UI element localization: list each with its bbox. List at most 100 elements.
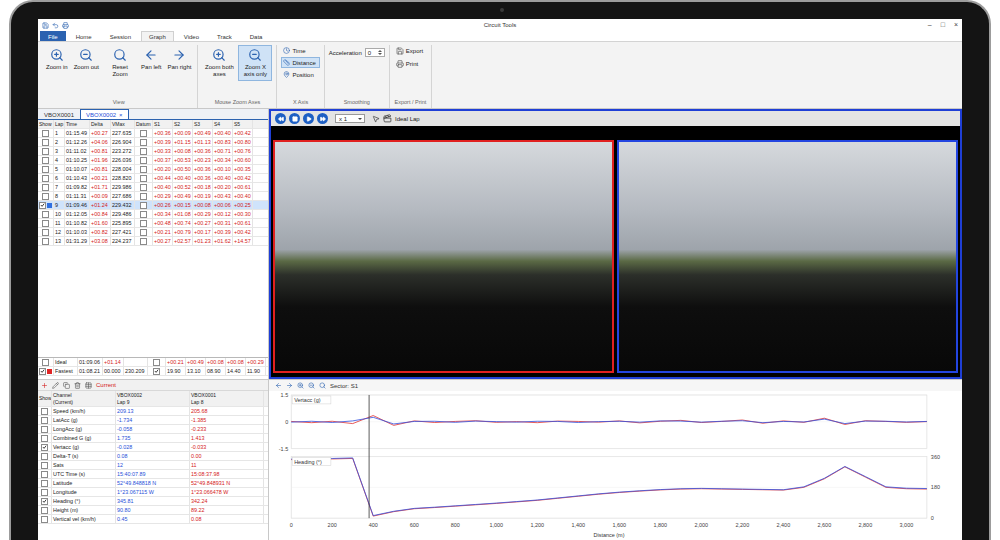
export-button[interactable]: Print xyxy=(394,58,427,70)
ribbon-button[interactable]: Pan right xyxy=(165,45,193,74)
column-header[interactable]: Lap xyxy=(54,120,65,128)
axis-option[interactable]: Time xyxy=(281,45,319,56)
chart-cursor[interactable] xyxy=(369,395,370,518)
show-checkbox[interactable] xyxy=(42,139,49,146)
channel-checkbox[interactable] xyxy=(41,435,48,442)
column-header[interactable]: S5 xyxy=(233,120,253,128)
copy-icon[interactable] xyxy=(63,382,70,389)
search-icon[interactable] xyxy=(319,382,326,389)
lap-row[interactable]: 1101:10.82+01.60225.895+00.48+00.74+00.2… xyxy=(38,219,268,228)
show-checkbox[interactable] xyxy=(42,211,49,218)
channel-row[interactable]: LatAcc (g)-1.734-1.385 xyxy=(38,416,268,425)
lap-row[interactable]: 401:10.25+01.96226.036+00.37+00.53+00.23… xyxy=(38,156,268,165)
column-header[interactable]: S2 xyxy=(173,120,193,128)
speed-select[interactable]: x 1 xyxy=(335,114,365,123)
channel-row[interactable]: Vertical vel (km/h)0.450.08 xyxy=(38,515,268,524)
datum-checkbox[interactable] xyxy=(153,368,160,375)
ribbon-tab[interactable]: Home xyxy=(68,31,100,41)
axis-option[interactable]: Position xyxy=(281,69,319,80)
ribbon-tab[interactable]: Session xyxy=(102,31,139,41)
lap-row[interactable]: 501:10.07+00.81228.004+00.20+00.50+00.36… xyxy=(38,165,268,174)
column-header[interactable]: VBOX0001Lap 8 xyxy=(190,391,264,406)
channel-checkbox[interactable] xyxy=(41,471,48,478)
column-header[interactable]: Channel(Current) xyxy=(52,391,116,406)
show-checkbox[interactable] xyxy=(42,238,49,245)
channel-row[interactable]: Vertacc (g)-0.028-0.033 xyxy=(38,443,268,452)
summary-row[interactable]: Ideal01:09.06+01.14+00.21+00.49+00.08+00… xyxy=(38,358,268,367)
show-checkbox[interactable] xyxy=(42,157,49,164)
channel-row[interactable]: Delta-T (s)0.080.00 xyxy=(38,452,268,461)
channel-row[interactable]: Longitude1°23.067115 W1°23.066478 W xyxy=(38,488,268,497)
datum-checkbox[interactable] xyxy=(140,184,147,191)
lap-row[interactable]: 701:09.82+01.71229.986+00.40+00.52+00.18… xyxy=(38,183,268,192)
ribbon-button[interactable]: Zoom both axes xyxy=(202,45,236,81)
datum-checkbox[interactable] xyxy=(140,175,147,182)
datum-checkbox[interactable] xyxy=(153,359,160,366)
lap-row[interactable]: 1301:31.29+03.08224.237+00.27+02.57+01.2… xyxy=(38,237,268,246)
channel-checkbox[interactable] xyxy=(41,444,48,451)
channel-row[interactable]: Height (m)90.8089.22 xyxy=(38,506,268,515)
file-tab[interactable]: VBOX0001 xyxy=(38,109,80,119)
channel-row[interactable]: Sats1211 xyxy=(38,461,268,470)
lap-row[interactable]: 801:11.31+00.09227.686+00.29+00.49+00.19… xyxy=(38,192,268,201)
column-header[interactable]: Delta xyxy=(90,120,111,128)
column-header[interactable]: Show xyxy=(38,120,54,128)
show-checkbox[interactable] xyxy=(42,359,49,366)
datum-checkbox[interactable] xyxy=(140,193,147,200)
channel-checkbox[interactable] xyxy=(41,516,48,523)
window-control[interactable]: – xyxy=(928,20,932,30)
delete-icon[interactable] xyxy=(74,382,81,389)
channel-checkbox[interactable] xyxy=(41,462,48,469)
pointer-icon[interactable] xyxy=(372,115,380,123)
summary-row[interactable]: Fastest01:08.2100.000230.20919.9013.1008… xyxy=(38,367,268,376)
column-header[interactable]: VBOX0002Lap 9 xyxy=(116,391,190,406)
window-control[interactable]: × xyxy=(954,20,958,30)
channel-checkbox[interactable] xyxy=(41,453,48,460)
forward-icon[interactable] xyxy=(286,382,293,389)
playback-button[interactable] xyxy=(275,113,286,124)
table-icon[interactable] xyxy=(85,382,92,389)
show-checkbox[interactable] xyxy=(42,193,49,200)
lap-row[interactable]: 1001:12.05+00.84229.486+00.34+01.08+00.2… xyxy=(38,210,268,219)
lap-row[interactable]: 601:10.43+00.21228.820+00.44+00.40+00.36… xyxy=(38,174,268,183)
channel-row[interactable]: Combined G (g)1.7351.413 xyxy=(38,434,268,443)
video-frame[interactable] xyxy=(617,140,958,373)
export-button[interactable]: Export xyxy=(394,45,427,57)
ribbon-button[interactable]: Zoom in xyxy=(44,45,70,74)
playback-button[interactable] xyxy=(317,113,328,124)
lap-row[interactable]: 1201:10.03+00.82227.421+00.21+00.79+00.1… xyxy=(38,228,268,237)
show-checkbox[interactable] xyxy=(42,229,49,236)
playback-button[interactable] xyxy=(303,113,314,124)
back-icon[interactable] xyxy=(275,382,282,389)
clapperboard-icon[interactable] xyxy=(383,114,392,123)
column-header[interactable]: S1 xyxy=(153,120,173,128)
lap-row[interactable]: 901:09.46+01.24229.432+00.26+00.15+00.08… xyxy=(38,201,268,210)
undo-icon[interactable] xyxy=(52,22,59,29)
channel-checkbox[interactable] xyxy=(41,408,48,415)
ribbon-tab[interactable]: Video xyxy=(176,31,207,41)
ribbon-tab[interactable]: Data xyxy=(242,31,271,41)
datum-checkbox[interactable] xyxy=(140,229,147,236)
show-checkbox[interactable] xyxy=(42,220,49,227)
datum-checkbox[interactable] xyxy=(140,157,147,164)
ribbon-tab[interactable]: Track xyxy=(209,31,240,41)
lap-row[interactable]: 301:11.02+00.81223.272+00.33+00.08+00.36… xyxy=(38,147,268,156)
ribbon-button[interactable]: Zoom out xyxy=(72,45,101,74)
datum-checkbox[interactable] xyxy=(140,148,147,155)
lap-row[interactable]: 201:12.26+04.06226.904+00.39+01.15+01.13… xyxy=(38,138,268,147)
chart-series[interactable] xyxy=(291,458,927,516)
ribbon-tab[interactable]: File xyxy=(40,31,66,41)
ribbon-tab[interactable]: Graph xyxy=(141,31,174,41)
ribbon-button[interactable]: Pan left xyxy=(139,45,163,74)
column-header[interactable]: S3 xyxy=(193,120,213,128)
datum-checkbox[interactable] xyxy=(140,220,147,227)
axis-option[interactable]: Distance xyxy=(281,57,319,68)
datum-checkbox[interactable] xyxy=(140,211,147,218)
video-frame[interactable] xyxy=(273,140,614,373)
playback-button[interactable] xyxy=(289,113,300,124)
zoom-in-icon[interactable] xyxy=(297,382,304,389)
channel-checkbox[interactable] xyxy=(41,417,48,424)
column-header[interactable]: Time xyxy=(65,120,90,128)
channel-row[interactable]: Speed (km/h)209.13205.68 xyxy=(38,407,268,416)
column-header[interactable]: S4 xyxy=(213,120,233,128)
